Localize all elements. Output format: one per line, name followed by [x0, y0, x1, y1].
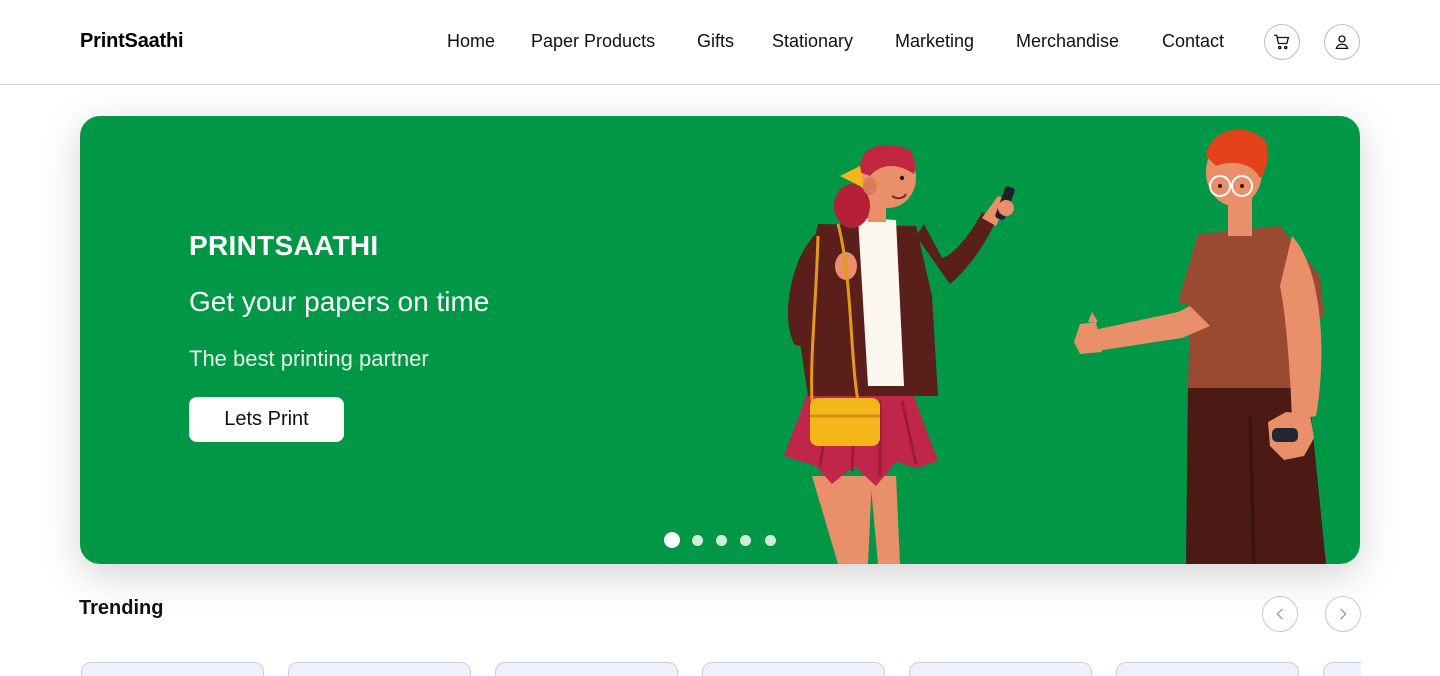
user-button[interactable]: [1324, 24, 1360, 60]
product-card[interactable]: [909, 662, 1092, 676]
chevron-right-icon: [1340, 608, 1347, 620]
man-figure: [1074, 129, 1326, 564]
chevron-left-icon: [1276, 608, 1283, 620]
site-header: PrintSaathi Home Paper Products Gifts St…: [0, 0, 1440, 85]
hero-brand: PRINTSAATHI: [189, 230, 379, 261]
product-card[interactable]: [1323, 662, 1361, 676]
product-card[interactable]: [1116, 662, 1299, 676]
lets-print-button[interactable]: Lets Print: [189, 397, 344, 442]
carousel-dot-5[interactable]: [765, 535, 776, 546]
carousel-dot-2[interactable]: [692, 535, 703, 546]
hero-title: Get your papers on time: [189, 286, 490, 317]
nav-gifts[interactable]: Gifts: [697, 31, 734, 52]
product-card[interactable]: [702, 662, 885, 676]
girl-figure: [784, 145, 1015, 564]
hero-banner: PRINTSAATHI Get your papers on time The …: [80, 116, 1360, 564]
product-card[interactable]: [288, 662, 471, 676]
product-card[interactable]: [495, 662, 678, 676]
carousel-dot-3[interactable]: [716, 535, 727, 546]
nav-marketing[interactable]: Marketing: [895, 31, 974, 52]
nav-merchandise[interactable]: Merchandise: [1016, 31, 1119, 52]
product-card[interactable]: [81, 662, 264, 676]
carousel-dots: [664, 532, 794, 548]
carousel-dot-1[interactable]: [664, 532, 680, 548]
nav-contact[interactable]: Contact: [1162, 31, 1224, 52]
user-icon: [1335, 35, 1349, 50]
trending-cards: [80, 662, 1361, 676]
nav-stationary[interactable]: Stationary: [772, 31, 853, 52]
hero-subtitle: The best printing partner: [189, 346, 429, 371]
cart-icon: [1273, 34, 1290, 50]
trending-prev-button[interactable]: [1262, 596, 1298, 632]
nav-home[interactable]: Home: [447, 31, 495, 52]
hero-illustration: [784, 129, 1326, 564]
trending-next-button[interactable]: [1325, 596, 1361, 632]
carousel-dot-4[interactable]: [740, 535, 751, 546]
main-nav: Home Paper Products Gifts Stationary Mar…: [0, 31, 1440, 55]
nav-paper-products[interactable]: Paper Products: [531, 31, 655, 52]
trending-heading: Trending: [79, 597, 164, 619]
cart-button[interactable]: [1264, 24, 1300, 60]
